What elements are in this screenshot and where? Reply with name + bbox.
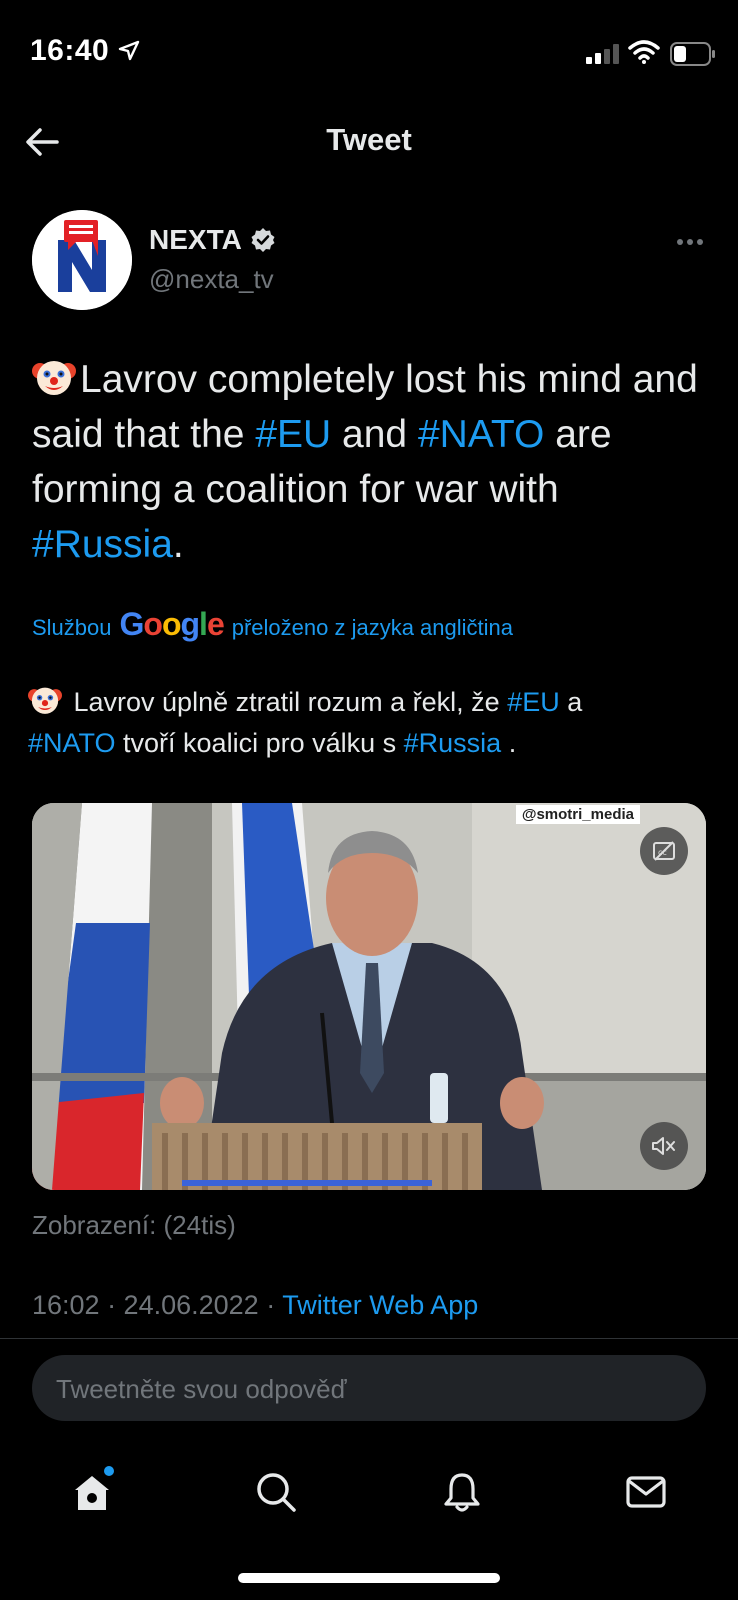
nexta-logo-icon	[32, 210, 132, 310]
translation-prefix: Službou	[32, 615, 112, 640]
translation-attribution[interactable]: Službou Google přeloženo z jazyka anglič…	[32, 606, 513, 643]
divider	[0, 1338, 738, 1339]
translated-text-part: .	[501, 728, 517, 758]
media-watermark: @smotri_media	[515, 805, 640, 824]
source-app-link[interactable]: Twitter Web App	[282, 1290, 478, 1320]
cellular-signal-icon	[586, 44, 619, 64]
verified-badge-icon	[251, 228, 275, 252]
tweet-text-part: .	[172, 523, 184, 566]
tab-search[interactable]	[246, 1462, 306, 1522]
more-dot	[687, 239, 693, 245]
tweet-video[interactable]: @smotri_media cc	[32, 803, 706, 1190]
hashtag-russia[interactable]: #Russia	[404, 728, 502, 758]
home-icon	[75, 1476, 109, 1510]
author-name-text: NEXTA	[149, 224, 242, 255]
status-bar: 16:40	[0, 0, 738, 100]
author-name[interactable]: NEXTA	[149, 224, 276, 256]
tweet-text-part: and	[331, 413, 418, 456]
hashtag-eu[interactable]: #EU	[255, 413, 331, 456]
video-frame	[32, 803, 706, 1190]
translated-text-part: tvoří koalici pro válku s	[115, 728, 404, 758]
tweet-timestamp: 16:02 · 24.06.2022 ·	[32, 1290, 283, 1320]
battery-icon	[670, 42, 715, 66]
hashtag-nato[interactable]: #NATO	[28, 728, 116, 758]
search-icon	[257, 1473, 296, 1512]
more-options-button[interactable]	[670, 232, 710, 252]
author-handle[interactable]: @nexta_tv	[149, 264, 274, 295]
tweet-text: Lavrov completely lost his mind and said…	[32, 352, 712, 572]
bottom-tab-bar	[0, 1450, 738, 1530]
tab-messages[interactable]	[616, 1462, 676, 1522]
avatar[interactable]	[32, 210, 132, 310]
speaker-muted-icon	[652, 1137, 675, 1155]
more-dot	[677, 239, 683, 245]
hashtag-eu[interactable]: #EU	[507, 687, 560, 717]
mail-icon	[626, 1476, 666, 1508]
translated-text: Lavrov úplně ztratil rozum a řekl, že #E…	[28, 682, 718, 764]
more-dot	[697, 239, 703, 245]
view-count[interactable]: Zobrazení: (24tis)	[32, 1210, 236, 1241]
hashtag-russia[interactable]: #Russia	[32, 523, 173, 566]
translation-suffix: přeloženo z jazyka angličtina	[231, 615, 514, 640]
location-arrow-icon	[118, 40, 140, 61]
tweet-meta: 16:02 · 24.06.2022 · Twitter Web App	[32, 1290, 478, 1321]
status-time: 16:40	[30, 34, 110, 67]
tab-notifications[interactable]	[432, 1462, 492, 1522]
clown-emoji-icon	[28, 687, 62, 714]
page-title: Tweet	[326, 122, 412, 157]
header: Tweet	[0, 100, 738, 184]
notification-dot	[104, 1466, 114, 1476]
home-indicator[interactable]	[238, 1573, 500, 1583]
reply-placeholder: Tweetněte svou odpověď	[56, 1374, 347, 1404]
clown-emoji-icon	[32, 361, 76, 395]
tab-home[interactable]	[62, 1462, 122, 1522]
captions-button[interactable]: cc	[640, 827, 688, 875]
closed-captions-icon: cc	[653, 841, 675, 861]
reply-input[interactable]: Tweetněte svou odpověď	[32, 1355, 706, 1421]
translated-text-part: a	[559, 687, 583, 717]
google-logo: Google	[119, 606, 225, 642]
wifi-icon	[628, 40, 660, 64]
bell-icon	[444, 1473, 480, 1512]
translated-text-part: Lavrov úplně ztratil rozum a řekl, že	[66, 687, 508, 717]
hashtag-nato[interactable]: #NATO	[418, 413, 544, 456]
mute-button[interactable]	[640, 1122, 688, 1170]
